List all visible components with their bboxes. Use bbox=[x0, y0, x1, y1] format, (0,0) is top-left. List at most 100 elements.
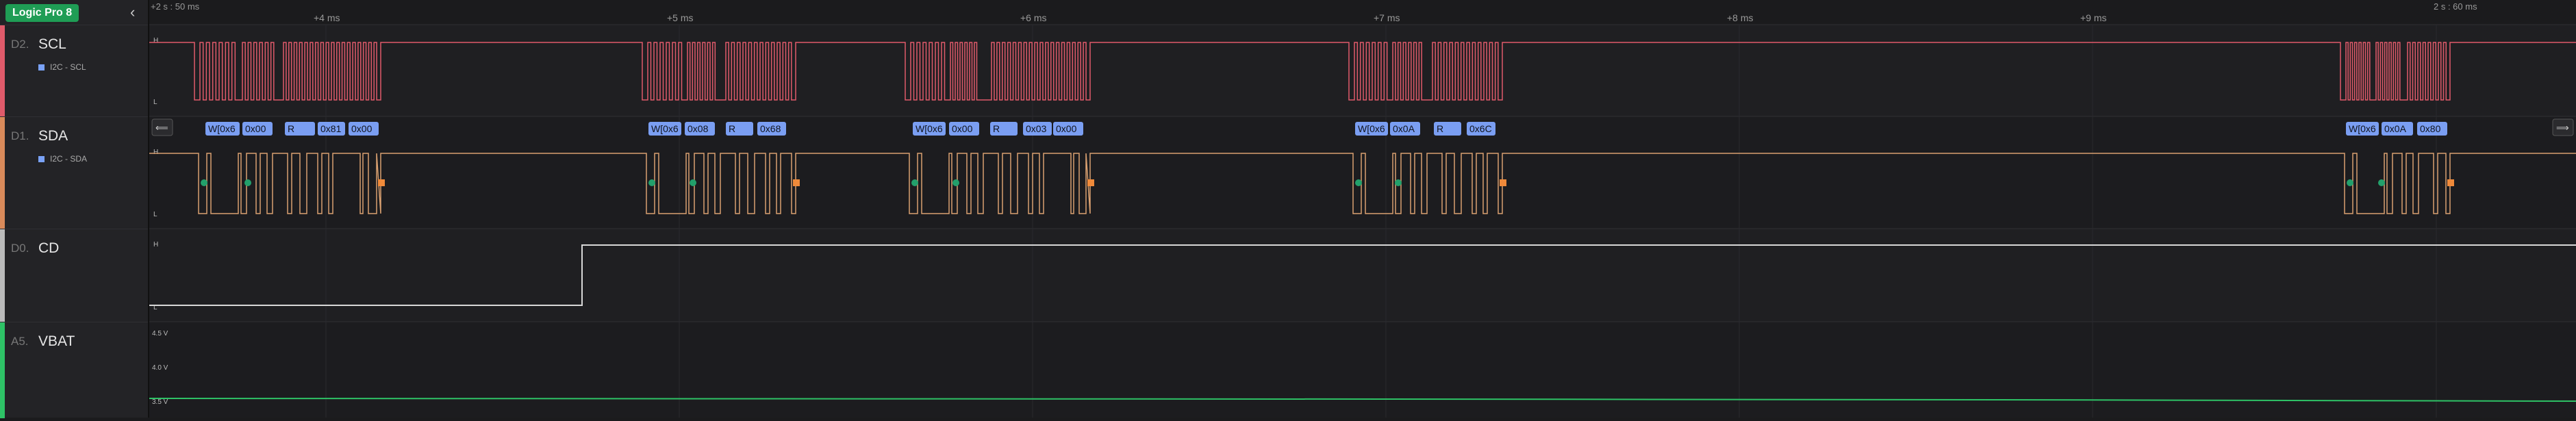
decoded-frame-label: W[0x6 bbox=[1358, 123, 1385, 134]
decoded-frame-label: 0x08 bbox=[687, 123, 709, 134]
channel-index: D1. bbox=[11, 129, 29, 142]
i2c-start-marker bbox=[2347, 179, 2353, 186]
i2c-start-marker bbox=[201, 179, 207, 186]
decoded-frame[interactable]: W[0x6 bbox=[205, 122, 240, 136]
decoded-frame-label: 0x81 bbox=[320, 123, 342, 134]
decoded-frame-label: W[0x6 bbox=[208, 123, 236, 134]
analyzer-color-icon bbox=[38, 64, 45, 71]
analyzer-label-text: I2C - SCL bbox=[50, 62, 86, 72]
channel-row-sda[interactable]: D1. SDA I2C - SDA bbox=[0, 116, 148, 229]
i2c-start-marker bbox=[1395, 179, 1402, 186]
waveform-canvas[interactable]: +2 s : 50 ms 2 s : 60 ms +4 ms +5 ms +6 … bbox=[149, 0, 2576, 418]
decoded-frame[interactable]: 0x80 bbox=[2417, 122, 2447, 136]
prev-frame-button[interactable]: ⟸ bbox=[151, 118, 173, 136]
decoded-frame-label: R bbox=[993, 123, 1000, 134]
decoded-frame[interactable]: W[0x6 bbox=[913, 122, 946, 136]
i2c-start-marker bbox=[244, 179, 251, 186]
channel-row-scl[interactable]: D2. SCL I2C - SCL bbox=[0, 25, 148, 117]
vbat-axis-label: 4.0 V bbox=[152, 364, 168, 372]
decoded-frame[interactable]: W[0x6 bbox=[2346, 122, 2379, 136]
decoded-frame[interactable]: 0x0A bbox=[2382, 122, 2413, 136]
channel-name[interactable]: CD bbox=[38, 240, 59, 257]
decoded-frame[interactable]: R bbox=[726, 122, 753, 136]
decoded-frame[interactable]: 0x00 bbox=[349, 122, 379, 136]
ruler-tick-label: +5 ms bbox=[667, 12, 694, 23]
vbat-axis-label: 3.5 V bbox=[152, 398, 168, 406]
ruler-tick-label: +7 ms bbox=[1374, 12, 1400, 23]
decoded-frame-label: 0x00 bbox=[245, 123, 266, 134]
decoded-frame[interactable]: 0x0A bbox=[1390, 122, 1420, 136]
collapse-sidebar-icon[interactable]: ‹ bbox=[130, 5, 144, 20]
decoded-frame[interactable]: 0x00 bbox=[242, 122, 273, 136]
ruler-tick-label: +6 ms bbox=[1020, 12, 1047, 23]
channel-color-bar bbox=[0, 117, 5, 229]
i2c-start-marker bbox=[2378, 179, 2385, 186]
decoded-frame[interactable]: 0x00 bbox=[949, 122, 979, 136]
channel-name[interactable]: SDA bbox=[38, 128, 68, 144]
decoded-frame-label: R bbox=[729, 123, 735, 134]
decoded-frame[interactable]: 0x81 bbox=[318, 122, 345, 136]
channel-sidebar: Logic Pro 8 ‹ D2. SCL I2C - SCL D1. SDA … bbox=[0, 0, 149, 418]
channel-color-bar bbox=[0, 229, 5, 322]
waveform-area[interactable]: +2 s : 50 ms 2 s : 60 ms +4 ms +5 ms +6 … bbox=[149, 0, 2576, 418]
analyzer-label[interactable]: I2C - SDA bbox=[38, 154, 87, 164]
analyzer-label-text: I2C - SDA bbox=[50, 154, 88, 164]
decoded-frame[interactable]: 0x68 bbox=[757, 122, 786, 136]
i2c-start-marker bbox=[1355, 179, 1362, 186]
ruler-start-label: +2 s : 50 ms bbox=[151, 1, 200, 12]
app-title[interactable]: Logic Pro 8 bbox=[5, 4, 79, 22]
decoded-frame[interactable]: R bbox=[990, 122, 1018, 136]
vbat-axis-label: 4.5 V bbox=[152, 330, 168, 337]
channel-row-vbat[interactable]: A5. VBAT bbox=[0, 322, 148, 418]
channel-name[interactable]: VBAT bbox=[38, 333, 75, 350]
decoded-frame-label: W[0x6 bbox=[2349, 123, 2376, 134]
sidebar-header: Logic Pro 8 ‹ bbox=[0, 0, 148, 25]
decoded-frame-label: 0x6C bbox=[1469, 123, 1492, 134]
i2c-stop-marker bbox=[378, 179, 385, 186]
channel-name[interactable]: SCL bbox=[38, 36, 66, 53]
decoded-frame-label: 0x80 bbox=[2420, 123, 2441, 134]
decoded-frame[interactable]: R bbox=[285, 122, 315, 136]
next-frame-button[interactable]: ⟹ bbox=[2552, 118, 2574, 136]
decoded-frame[interactable]: 0x6C bbox=[1467, 122, 1495, 136]
decoded-frame-label: R bbox=[288, 123, 294, 134]
decoded-frame-label: 0x00 bbox=[952, 123, 973, 134]
i2c-stop-marker bbox=[1087, 179, 1094, 186]
decoded-frame-label: 0x00 bbox=[1056, 123, 1077, 134]
decoded-frame[interactable]: W[0x6 bbox=[648, 122, 681, 136]
ruler-tick-label: +8 ms bbox=[1727, 12, 1754, 23]
decoded-frame-label: 0x0A bbox=[2384, 123, 2407, 134]
decoded-frame-label: 0x03 bbox=[1026, 123, 1047, 134]
ruler-tick-label: +4 ms bbox=[314, 12, 340, 23]
analyzer-color-icon bbox=[38, 156, 45, 163]
i2c-start-marker bbox=[648, 179, 655, 186]
i2c-stop-marker bbox=[1500, 179, 1506, 186]
ruler-tick-label: +9 ms bbox=[2080, 12, 2107, 23]
decoded-frame-label: 0x00 bbox=[351, 123, 372, 134]
decoded-frame[interactable]: W[0x6 bbox=[1355, 122, 1388, 136]
decoded-frame-label: W[0x6 bbox=[916, 123, 943, 134]
decoded-frame-label: 0x68 bbox=[760, 123, 781, 134]
decoded-frame[interactable]: 0x08 bbox=[685, 122, 715, 136]
scl-low-label: L bbox=[153, 99, 157, 106]
decoded-frame-label: R bbox=[1437, 123, 1443, 134]
i2c-start-marker bbox=[690, 179, 696, 186]
scl-lane bbox=[149, 25, 2576, 116]
channel-index: D2. bbox=[11, 38, 29, 51]
sda-high-label: H bbox=[153, 149, 158, 156]
channel-color-bar bbox=[0, 25, 5, 117]
decoded-frame[interactable]: 0x03 bbox=[1023, 122, 1052, 136]
cd-high-label: H bbox=[153, 241, 158, 248]
scl-high-label: H bbox=[153, 37, 158, 44]
channel-row-cd[interactable]: D0. CD bbox=[0, 229, 148, 322]
i2c-start-marker bbox=[911, 179, 918, 186]
vbat-lane bbox=[149, 322, 2576, 418]
next-frame-icon[interactable]: ⟹ bbox=[2556, 123, 2569, 133]
decoded-frame[interactable]: R bbox=[1434, 122, 1461, 136]
channel-color-bar bbox=[0, 322, 5, 418]
analyzer-label[interactable]: I2C - SCL bbox=[38, 62, 86, 72]
i2c-start-marker bbox=[952, 179, 959, 186]
channel-index: A5. bbox=[11, 335, 29, 348]
prev-frame-icon[interactable]: ⟸ bbox=[155, 123, 168, 133]
decoded-frame[interactable]: 0x00 bbox=[1053, 122, 1083, 136]
